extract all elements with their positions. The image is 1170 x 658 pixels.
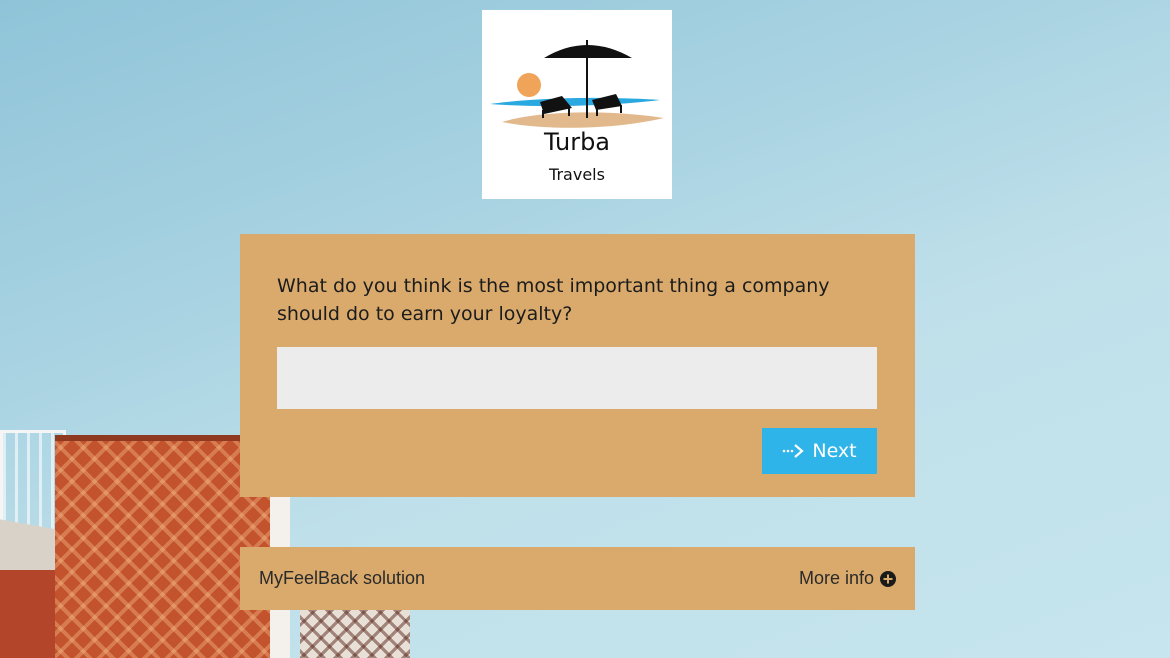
brand-name: Turba: [543, 128, 611, 156]
answer-input[interactable]: [277, 347, 877, 409]
survey-card: What do you think is the most important …: [240, 234, 915, 497]
solution-label: MyFeelBack solution: [259, 568, 426, 588]
brand-logo: Turba Travels: [482, 10, 672, 199]
dotted-arrow-right-icon: [783, 444, 805, 458]
footer-bar: MyFeelBack solution More info: [240, 547, 915, 610]
more-info-label: More info: [798, 568, 874, 588]
survey-question: What do you think is the most important …: [277, 275, 830, 325]
background-rug: [55, 435, 270, 658]
plus-circle-icon: [880, 570, 896, 587]
more-info-link[interactable]: More info: [799, 568, 896, 589]
next-button-label: Next: [812, 440, 857, 462]
next-button[interactable]: Next: [762, 428, 877, 474]
brand-tagline: Travels: [549, 165, 605, 184]
